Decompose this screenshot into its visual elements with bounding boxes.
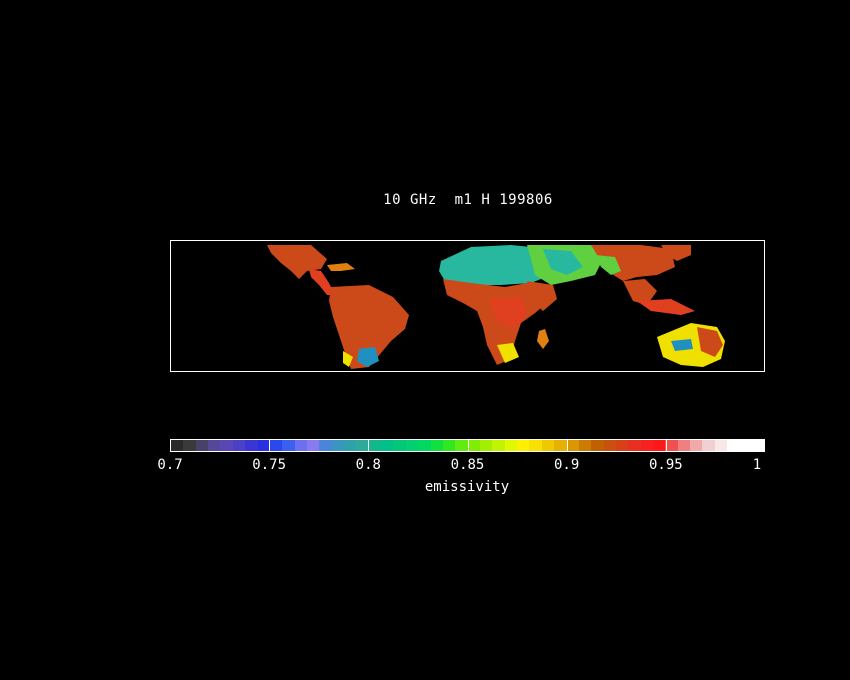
colorbar-cell (208, 440, 221, 451)
colorbar-cell (529, 440, 542, 451)
colorbar-tick-label: 0.7 (157, 457, 183, 473)
land-masses (267, 245, 725, 369)
colorbar-cell (677, 440, 691, 451)
colorbar-cell (381, 440, 394, 451)
colorbar-cell (294, 440, 307, 451)
colorbar-cell (578, 440, 592, 451)
colorbar-tick-label: 0.95 (648, 457, 683, 473)
emissivity-map (170, 240, 765, 372)
colorbar-cell (245, 440, 258, 451)
colorbar-cell (554, 440, 567, 451)
colorbar-cell (714, 440, 728, 451)
colorbar-cell (690, 440, 703, 451)
colorbar-cell (306, 440, 320, 451)
colorbar-tick-mark (666, 439, 667, 452)
colorbar-cell (269, 440, 283, 451)
colorbar-cell (220, 440, 233, 451)
colorbar-cell (665, 440, 678, 451)
colorbar-cell (566, 440, 579, 451)
land-australia-desert (671, 339, 693, 351)
colorbar-cell (702, 440, 715, 451)
colorbar-cell (653, 440, 666, 451)
land-indonesia (637, 299, 695, 315)
colorbar-cell (479, 440, 493, 451)
world-land-layer (267, 245, 725, 369)
colorbar-cell (504, 440, 518, 451)
colorbar-tick-label: 0.85 (450, 457, 485, 473)
colorbar-cell (405, 440, 419, 451)
colorbar-cell (591, 440, 604, 451)
colorbar-cell (442, 440, 456, 451)
colorbar-cell (492, 440, 505, 451)
colorbar-cell (541, 440, 555, 451)
colorbar-tick-mark (269, 439, 270, 452)
colorbar-cell (171, 440, 184, 451)
colorbar-cell (615, 440, 629, 451)
colorbar-cell (232, 440, 246, 451)
colorbar-cell (640, 440, 654, 451)
colorbar-cell (418, 440, 431, 451)
colorbar-tick-mark (368, 439, 369, 452)
colorbar-cell (393, 440, 406, 451)
colorbar-tick-label: 0.75 (252, 457, 287, 473)
colorbar-tick-mark (468, 439, 469, 452)
colorbar-cell (344, 440, 357, 451)
colorbar-cell (183, 440, 196, 451)
colorbar-cell (331, 440, 345, 451)
colorbar-cell (751, 440, 764, 451)
colorbar-cell (319, 440, 332, 451)
land-madagascar (537, 329, 549, 349)
map-title: 10 GHz m1 H 199806 (383, 192, 553, 208)
colorbar-tick-mark (567, 439, 568, 452)
colorbar-cell (455, 440, 468, 451)
colorbar-tick-label: 1 (752, 457, 762, 473)
colorbar-cell (282, 440, 295, 451)
colorbar-tick-label: 0.8 (355, 457, 381, 473)
colorbar-cell (430, 440, 443, 451)
land-caribbean (327, 263, 355, 271)
colorbar-cell (467, 440, 480, 451)
colorbar-cell (628, 440, 641, 451)
colorbar-tick-label: 0.9 (554, 457, 580, 473)
colorbar-cell (727, 440, 740, 451)
colorbar-cell (356, 440, 369, 451)
colorbar-cell (517, 440, 530, 451)
colorbar-cell (739, 440, 752, 451)
colorbar-cell (603, 440, 616, 451)
colorbar-cell (368, 440, 382, 451)
colorbar-cell (195, 440, 209, 451)
colorbar-label: emissivity (424, 479, 510, 495)
